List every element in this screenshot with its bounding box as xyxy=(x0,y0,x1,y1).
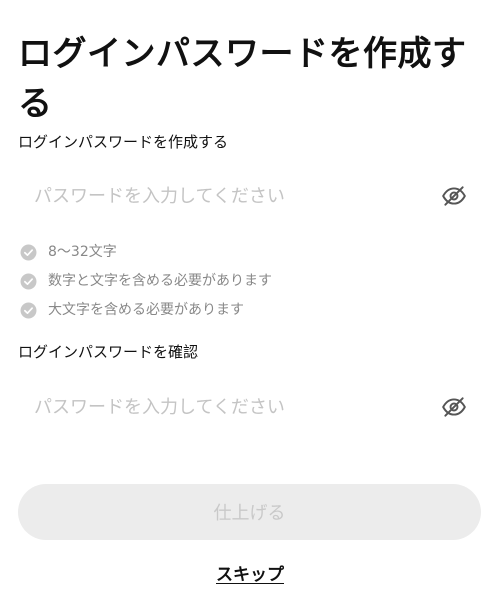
eye-off-icon[interactable] xyxy=(441,183,467,209)
password-input[interactable] xyxy=(34,178,424,214)
requirement-text: 大文字を含める必要があります xyxy=(48,302,244,318)
password-requirements: 8〜32文字 数字と文字を含める必要があります 大文字を含める必要があります xyxy=(18,240,458,327)
check-circle-icon xyxy=(20,244,37,261)
password-input-row xyxy=(18,174,473,218)
confirm-password-input[interactable] xyxy=(34,389,424,425)
password-field-label: ログインパスワードを作成する xyxy=(18,133,229,151)
check-circle-icon xyxy=(20,302,37,319)
skip-link[interactable]: スキップ xyxy=(0,563,491,587)
finish-button[interactable]: 仕上げる xyxy=(18,484,481,540)
requirement-text: 数字と文字を含める必要があります xyxy=(48,273,272,289)
requirement-item: 数字と文字を含める必要があります xyxy=(18,269,458,298)
confirm-input-row xyxy=(18,385,473,429)
requirement-item: 大文字を含める必要があります xyxy=(18,298,458,327)
eye-off-icon[interactable] xyxy=(441,394,467,420)
check-circle-icon xyxy=(20,273,37,290)
confirm-field-label: ログインパスワードを確認 xyxy=(18,343,199,361)
page-title: ログインパスワードを作成する xyxy=(18,33,467,124)
requirement-text: 8〜32文字 xyxy=(48,244,117,260)
create-password-screen: ログインパスワードを作成する ログインパスワードを作成する 8〜32文字 数字と… xyxy=(0,0,491,600)
requirement-item: 8〜32文字 xyxy=(18,240,458,269)
